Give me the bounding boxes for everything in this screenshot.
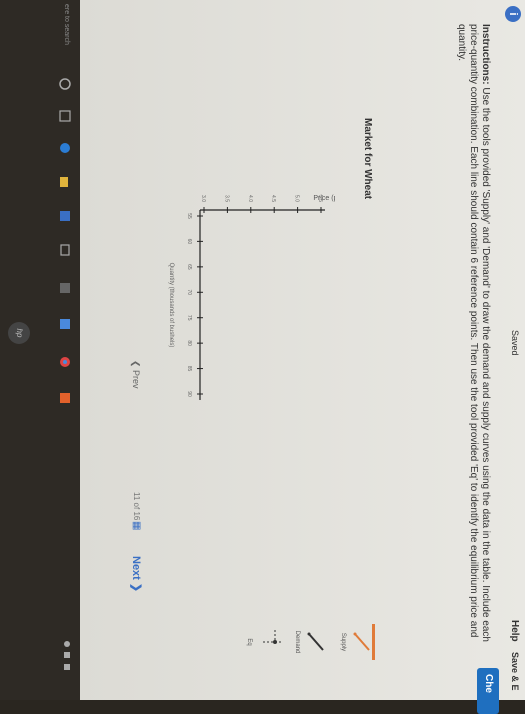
y-tick-label: 4.0 [247, 195, 253, 202]
instructions-text: Use the tools provided 'Supply' and 'Dem… [456, 24, 491, 642]
instructions-lead: Instructions: [480, 24, 491, 85]
saved-status: Saved [510, 330, 520, 356]
info-icon[interactable]: i [505, 6, 521, 22]
top-bar: i Saved Help Save & E [501, 0, 525, 700]
x-tick-label: 85 [186, 366, 192, 372]
supply-tool[interactable]: Supply [340, 612, 375, 672]
x-axis-label: Quantity (thousands of bushels) [168, 263, 174, 348]
taskbar: ere to search hp [0, 0, 80, 700]
supply-stroke [354, 633, 370, 651]
x-tick-label: 80 [186, 340, 192, 346]
demand-line-icon [307, 632, 324, 651]
x-tick-label: 75 [186, 315, 192, 321]
page-total: 16 [132, 511, 141, 521]
taskbar-search[interactable]: ere to search [63, 4, 70, 45]
page-of: of [132, 502, 141, 510]
prev-button[interactable]: ❮ Prev [130, 360, 141, 389]
browser-page: i Saved Help Save & E Che Instructions: … [80, 0, 525, 714]
check-button[interactable]: Che [477, 668, 499, 714]
photos-icon[interactable] [60, 318, 72, 330]
office-icon[interactable] [60, 392, 72, 404]
chart-title: Market for Wheat [362, 118, 373, 200]
supply-line-icon [353, 624, 375, 660]
tray-person-icon [64, 641, 70, 647]
next-button[interactable]: Next ❯ [130, 556, 143, 592]
save-exit-button[interactable]: Save & E [510, 652, 520, 691]
x-tick-label: 55 [186, 213, 192, 219]
rotated-screen: i Saved Help Save & E Che Instructions: … [0, 0, 525, 714]
y-tick-label: 3.5 [223, 195, 229, 202]
eq-tool[interactable]: Eq [246, 612, 283, 672]
grid-icon[interactable]: ▦ [131, 521, 142, 530]
page-current: 11 [132, 492, 141, 501]
file-explorer-icon[interactable] [60, 176, 72, 188]
tray-network-icon [64, 652, 70, 658]
demand-tool[interactable]: Demand [294, 612, 327, 672]
demand-dot [307, 632, 311, 636]
calculator-icon[interactable] [60, 282, 72, 294]
prev-label: Prev [131, 370, 141, 389]
supply-dot [353, 632, 357, 636]
x-tick-label: 65 [186, 264, 192, 270]
x-tick-label: 60 [186, 239, 192, 245]
eq-dot [273, 640, 277, 644]
instructions: Instructions: Use the tools provided 'Su… [455, 24, 491, 664]
tray-volume-icon [64, 664, 70, 670]
hp-logo: hp [8, 322, 30, 344]
y-tick-label: 5.0 [294, 195, 300, 202]
y-tick-label: 3.0 [200, 195, 206, 202]
demand-tool-label: Demand [294, 630, 300, 654]
x-tick-label: 90 [186, 391, 192, 397]
eq-point-icon [261, 630, 281, 644]
y-axis-label: Price (per bushel) [313, 195, 335, 202]
page-indicator: 11 of 16 [132, 492, 141, 520]
supply-tool-label: Supply [340, 632, 346, 652]
system-tray[interactable] [60, 640, 72, 680]
cortana-icon[interactable] [59, 78, 72, 90]
mail-icon[interactable] [60, 244, 72, 256]
chrome-icon[interactable] [60, 356, 72, 368]
supply-color-bar [372, 624, 375, 660]
eq-tool-label: Eq [246, 638, 252, 646]
help-link[interactable]: Help [509, 620, 520, 642]
edge-icon[interactable] [60, 142, 72, 154]
store-icon[interactable] [60, 210, 72, 222]
wheat-market-chart[interactable]: 5.55.04.54.03.53.05560657075808590Price … [135, 150, 335, 420]
next-label: Next [130, 556, 142, 580]
demand-stroke [308, 633, 324, 651]
x-tick-label: 70 [186, 290, 192, 296]
task-view-icon[interactable] [59, 110, 72, 122]
y-tick-label: 4.5 [270, 195, 276, 202]
